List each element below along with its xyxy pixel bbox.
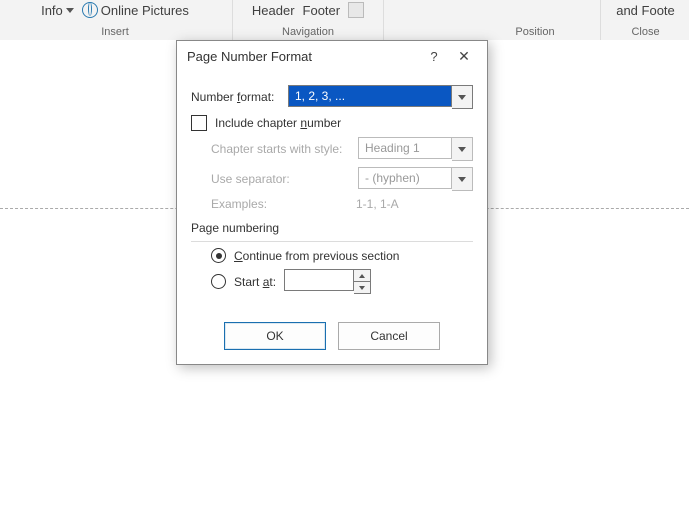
chevron-down-icon bbox=[359, 286, 365, 290]
examples-value: 1-1, 1-A bbox=[356, 197, 399, 211]
ribbon-footer[interactable]: Footer bbox=[303, 3, 341, 18]
dialog-button-row: OK Cancel bbox=[191, 322, 473, 350]
ribbon-group-close: and Foote Close bbox=[602, 0, 689, 40]
separator-combo: - (hyphen) bbox=[358, 167, 473, 191]
ribbon-online-pictures[interactable]: Online Pictures bbox=[82, 2, 189, 18]
continue-radio[interactable] bbox=[211, 248, 226, 263]
ribbon-group-label: Close bbox=[602, 26, 689, 38]
page-number-format-dialog: Page Number Format ? ✕ Number format: 1,… bbox=[176, 40, 488, 365]
include-chapter-checkbox[interactable] bbox=[191, 115, 207, 131]
chapter-style-label: Chapter starts with style: bbox=[211, 142, 342, 156]
chapter-style-row: Chapter starts with style: Heading 1 bbox=[211, 137, 473, 161]
start-at-radio[interactable] bbox=[211, 274, 226, 289]
spin-down-button[interactable] bbox=[354, 282, 371, 294]
page-icon[interactable] bbox=[348, 2, 364, 18]
number-format-value[interactable]: 1, 2, 3, ... bbox=[288, 85, 452, 107]
number-format-label: Number format: bbox=[191, 90, 274, 104]
separator-dropdown-button bbox=[452, 167, 473, 191]
continue-label: Continue from previous section bbox=[234, 249, 399, 263]
start-at-input[interactable] bbox=[284, 269, 354, 291]
ribbon-group-position: Position bbox=[470, 0, 601, 40]
number-format-row: Number format: 1, 2, 3, ... bbox=[191, 85, 473, 109]
examples-row: Examples: 1-1, 1-A bbox=[211, 197, 473, 211]
ribbon-group-label: Position bbox=[470, 26, 600, 38]
include-chapter-row[interactable]: Include chapter number bbox=[191, 115, 473, 131]
start-at-label: Start at: bbox=[234, 275, 276, 289]
close-icon: ✕ bbox=[458, 48, 470, 65]
start-at-spinner[interactable] bbox=[284, 269, 371, 294]
cancel-button[interactable]: Cancel bbox=[338, 322, 440, 350]
ribbon-group-insert: Info Online Pictures Insert bbox=[0, 0, 230, 40]
number-format-combo[interactable]: 1, 2, 3, ... bbox=[288, 85, 473, 109]
page-numbering-label: Page numbering bbox=[191, 221, 473, 235]
chevron-down-icon bbox=[458, 95, 466, 100]
ribbon-group-navigation: Header Footer Navigation bbox=[232, 0, 384, 40]
ribbon-close-hf[interactable]: and Foote bbox=[616, 3, 675, 18]
separator-value: - (hyphen) bbox=[358, 167, 452, 189]
separator-label: Use separator: bbox=[211, 172, 290, 186]
ribbon: Info Online Pictures Insert Header Foote… bbox=[0, 0, 689, 41]
spin-up-button[interactable] bbox=[354, 269, 371, 282]
dialog-titlebar: Page Number Format ? ✕ bbox=[177, 41, 487, 71]
chapter-style-dropdown-button bbox=[452, 137, 473, 161]
number-format-dropdown-button[interactable] bbox=[452, 85, 473, 109]
dialog-title: Page Number Format bbox=[187, 49, 419, 64]
help-button[interactable]: ? bbox=[419, 44, 449, 68]
ribbon-group-label: Navigation bbox=[233, 26, 383, 38]
chapter-style-value: Heading 1 bbox=[358, 137, 452, 159]
ribbon-group-label: Insert bbox=[0, 26, 230, 38]
continue-row[interactable]: Continue from previous section bbox=[211, 248, 473, 263]
chevron-down-icon bbox=[66, 8, 74, 13]
separator-line bbox=[191, 241, 473, 242]
separator-row: Use separator: - (hyphen) bbox=[211, 167, 473, 191]
chevron-up-icon bbox=[359, 274, 365, 278]
include-chapter-label: Include chapter number bbox=[215, 116, 341, 130]
ribbon-header[interactable]: Header bbox=[252, 3, 295, 18]
close-button[interactable]: ✕ bbox=[449, 44, 479, 68]
globe-icon bbox=[82, 2, 98, 18]
ribbon-info[interactable]: Info bbox=[41, 3, 74, 18]
chevron-down-icon bbox=[458, 147, 466, 152]
chevron-down-icon bbox=[458, 177, 466, 182]
ok-button[interactable]: OK bbox=[224, 322, 326, 350]
start-at-row[interactable]: Start at: bbox=[211, 269, 473, 294]
examples-label: Examples: bbox=[211, 197, 356, 211]
chapter-style-combo: Heading 1 bbox=[358, 137, 473, 161]
